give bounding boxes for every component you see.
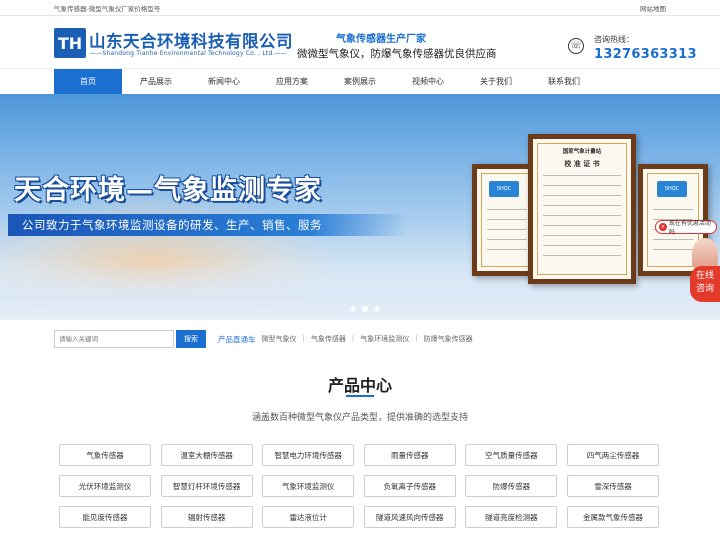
hot-links: 微型气象仪 | 气象传感器 | 气象环境监测仪 | 防爆气象传感器 bbox=[256, 334, 473, 344]
cert-title: 国家气象计量站 bbox=[562, 149, 602, 155]
hotline-label: 咨询热线： bbox=[594, 35, 634, 44]
product-category-button[interactable]: 气象传感器 bbox=[59, 444, 151, 466]
nav-item[interactable]: 视频中心 bbox=[394, 69, 462, 95]
page: 气象传感器-微型气象仪厂家价格型号 网站地图 TH 山东天合环境科技有限公司 —… bbox=[0, 0, 720, 540]
product-center-description: 涵盖数百种微型气象仪产品类型，提供准确的选型支持 bbox=[251, 413, 468, 423]
slogan-secondary: 微微型气象仪，防爆气象传感器优良供应商 bbox=[297, 48, 497, 60]
nav-item[interactable]: 案例展示 bbox=[326, 69, 394, 95]
hot-link[interactable]: 防爆气象传感器 bbox=[424, 334, 473, 344]
hot-link-separator: | bbox=[302, 334, 305, 342]
product-category-button[interactable]: 智慧灯杆环境传感器 bbox=[160, 475, 253, 497]
sitemap-link[interactable]: 网站地图 bbox=[640, 3, 666, 13]
slider-dot[interactable] bbox=[350, 306, 356, 312]
agent-avatar[interactable] bbox=[692, 238, 718, 268]
slider-dots bbox=[350, 306, 380, 312]
certificate-center: 国家气象计量站 校 准 证 书 bbox=[528, 134, 636, 284]
product-category-button[interactable]: 光伏环境监测仪 bbox=[59, 475, 151, 497]
close-icon[interactable]: × bbox=[659, 223, 667, 231]
chat-line-1: 在线 bbox=[695, 271, 714, 281]
slogan-primary: 气象传感器生产厂家 bbox=[336, 34, 426, 45]
main-nav: 首页 产品展示 新闻中心 应用方案 案例展示 视频中心 关于我们 联系我们 bbox=[0, 68, 720, 95]
product-category-button[interactable]: 智慧电力环境传感器 bbox=[262, 444, 355, 466]
product-category-button[interactable]: 空气质量传感器 bbox=[465, 444, 558, 466]
hotline-number[interactable]: 13276363313 bbox=[594, 47, 697, 62]
slider-dot[interactable] bbox=[362, 306, 368, 312]
product-category-button[interactable]: 温室大棚传感器 bbox=[160, 444, 253, 466]
product-category-button[interactable]: 辐射传感器 bbox=[160, 506, 253, 528]
title-underline bbox=[346, 395, 374, 397]
nav-item[interactable]: 首页 bbox=[54, 69, 122, 95]
hero-banner[interactable]: 天合环境—气象监测专家 公司致力于气象环境监测设备的研发、生产、销售、服务 SH… bbox=[0, 94, 720, 320]
hot-link[interactable]: 气象传感器 bbox=[311, 334, 346, 344]
search-input[interactable] bbox=[54, 330, 174, 348]
nav-item[interactable]: 产品展示 bbox=[122, 69, 190, 95]
nav-item[interactable]: 应用方案 bbox=[258, 69, 326, 95]
cert-badge-icon: SHQC bbox=[657, 181, 687, 197]
search-row: 搜索 产品直通车 微型气象仪 | 气象传感器 | 气象环境监测仪 | 防爆气象传感器 bbox=[54, 330, 666, 348]
product-category-button[interactable]: 四气两尘传感器 bbox=[566, 444, 659, 466]
hot-links-label: 产品直通车 bbox=[218, 334, 256, 344]
banner-title: 天合环境—气象监测专家 bbox=[14, 175, 322, 206]
product-category-button[interactable]: 隧道风速风向传感器 bbox=[363, 506, 456, 528]
product-category-button[interactable]: 气象环境监测仪 bbox=[262, 475, 355, 497]
nav-item[interactable]: 联系我们 bbox=[530, 69, 598, 95]
product-category-button[interactable]: 雪深传感器 bbox=[566, 475, 659, 497]
cert-badge-icon: SHQC bbox=[489, 181, 519, 197]
top-bar-title: 气象传感器-微型气象仪厂家价格型号 bbox=[54, 4, 161, 13]
product-category-button[interactable]: 雨量传感器 bbox=[363, 444, 456, 466]
promo-tip[interactable]: × 现在有优惠活动吗 bbox=[655, 220, 717, 236]
nav-item[interactable]: 新闻中心 bbox=[190, 69, 258, 95]
slider-dot[interactable] bbox=[374, 306, 380, 312]
brand-english-name: ——Shandong Tianhe Environmental Technolo… bbox=[90, 50, 287, 57]
chat-line-2: 咨询 bbox=[695, 284, 714, 294]
hot-link[interactable]: 气象环境监测仪 bbox=[360, 334, 409, 344]
online-chat-button[interactable]: 在线 咨询 bbox=[690, 266, 720, 302]
hot-link-separator: | bbox=[351, 334, 355, 342]
hot-link[interactable]: 微型气象仪 bbox=[262, 334, 297, 344]
nav-list: 首页 产品展示 新闻中心 应用方案 案例展示 视频中心 关于我们 联系我们 bbox=[54, 69, 720, 95]
brand-name[interactable]: 山东天合环境科技有限公司 bbox=[89, 28, 293, 52]
phone-icon: ☏ bbox=[568, 38, 584, 54]
header: TH 山东天合环境科技有限公司 ——Shandong Tianhe Enviro… bbox=[0, 16, 720, 68]
product-center-title: 产品中心 bbox=[327, 376, 392, 395]
product-category-button[interactable]: 金属款气象传感器 bbox=[566, 506, 659, 528]
product-category-button[interactable]: 负氧离子传感器 bbox=[363, 475, 456, 497]
hot-link-separator: | bbox=[415, 334, 418, 342]
product-category-grid: 气象传感器 温室大棚传感器 智慧电力环境传感器 雨量传感器 空气质量传感器 四气两尘传感器… bbox=[59, 444, 659, 528]
promo-tip-text: 现在有优惠活动吗 bbox=[668, 220, 711, 236]
product-category-button[interactable]: 能见度传感器 bbox=[59, 506, 151, 528]
logo-icon[interactable]: TH bbox=[54, 28, 86, 58]
banner-subtitle: 公司致力于气象环境监测设备的研发、生产、销售、服务 bbox=[8, 214, 408, 236]
cert-subtitle: 校 准 证 书 bbox=[564, 160, 600, 168]
product-category-button[interactable]: 隧道亮度检测器 bbox=[465, 506, 558, 528]
product-category-button[interactable]: 防爆传感器 bbox=[465, 475, 558, 497]
search-button[interactable]: 搜索 bbox=[176, 330, 206, 348]
top-bar: 气象传感器-微型气象仪厂家价格型号 网站地图 bbox=[0, 0, 720, 16]
nav-item[interactable]: 关于我们 bbox=[462, 69, 530, 95]
product-category-button[interactable]: 雷达液位计 bbox=[262, 506, 355, 528]
